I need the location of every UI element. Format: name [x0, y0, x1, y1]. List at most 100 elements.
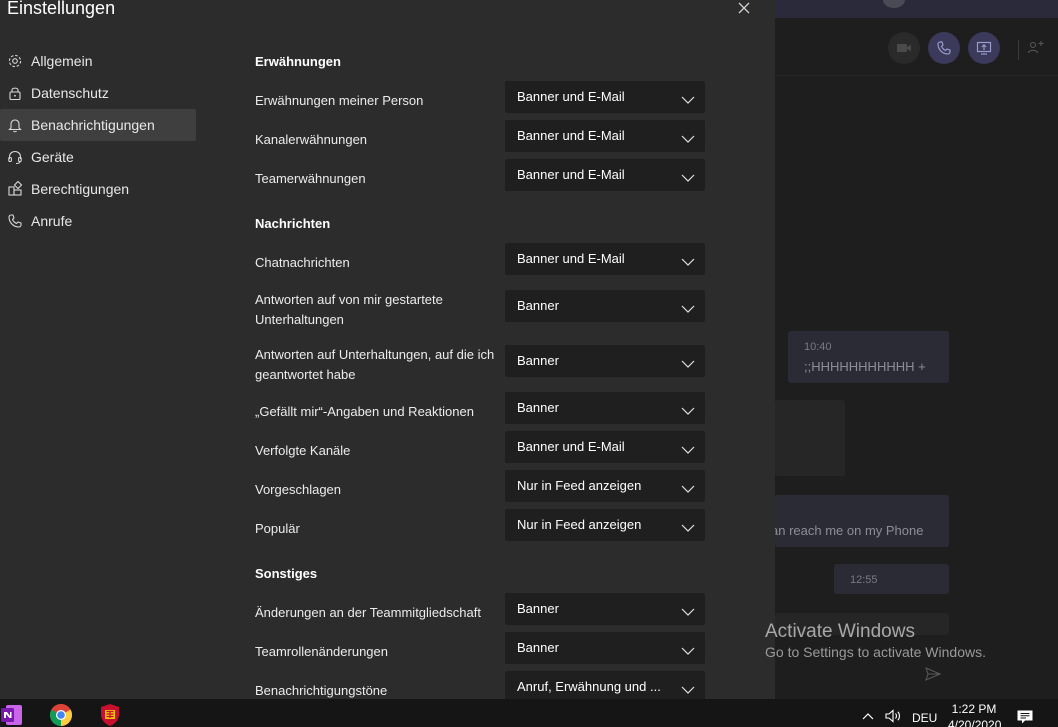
taskbar-chrome-button[interactable] [49, 703, 73, 727]
message-time: 12:55 [850, 574, 878, 586]
audio-call-button[interactable] [928, 32, 960, 64]
setting-label: Benachrichtigungstöne [255, 683, 388, 698]
share-screen-icon [976, 41, 992, 55]
setting-label: Teamerwähnungen [255, 171, 366, 186]
input-language-indicator[interactable]: DEU [912, 711, 937, 725]
clock-time: 1:22 PM [951, 702, 997, 716]
chat-message: 12:55 [834, 564, 949, 594]
nav-item-datenschutz[interactable]: Datenschutz [0, 77, 196, 109]
dropdown-value: Banner und E-Mail [517, 251, 625, 266]
setting-label: Populär [255, 521, 300, 536]
settings-dialog: Einstellungen Allgemein Datenschutz Bena… [0, 0, 775, 699]
watermark-title: Activate Windows [765, 621, 915, 642]
dropdown-value: Banner und E-Mail [517, 128, 625, 143]
nav-item-berechtigungen[interactable]: Berechtigungen [0, 173, 196, 205]
send-icon[interactable] [925, 666, 941, 682]
share-screen-button[interactable] [968, 32, 1000, 64]
section-title-mentions: Erwähnungen [255, 54, 341, 69]
chevron-down-icon [681, 403, 695, 415]
activate-windows-watermark: Activate Windows Go to Settings to activ… [765, 621, 986, 660]
close-button[interactable] [735, 0, 753, 16]
clock-date: 4/20/2020 [948, 718, 1002, 727]
setting-dropdown-popular[interactable]: Nur in Feed anzeigen [505, 509, 705, 541]
chevron-down-icon [681, 254, 695, 266]
nav-item-geraete[interactable]: Geräte [0, 141, 196, 173]
chevron-down-icon [681, 643, 695, 655]
setting-dropdown-replies-participated[interactable]: Banner [505, 345, 705, 377]
setting-dropdown-replies-started[interactable]: Banner [505, 290, 705, 322]
setting-label: Antworten auf Unterhaltungen, auf die ic… [255, 347, 495, 382]
setting-dropdown-team-role[interactable]: Banner [505, 632, 705, 664]
chevron-down-icon [681, 170, 695, 182]
setting-label: Chatnachrichten [255, 255, 350, 270]
header-divider [1018, 40, 1019, 60]
nav-item-label: Allgemein [31, 53, 93, 69]
message-text: an reach me on my Phone [771, 523, 924, 538]
setting-label: Verfolgte Kanäle [255, 443, 351, 458]
lock-icon [7, 85, 23, 101]
taskbar-onenote-button[interactable] [0, 703, 24, 727]
nav-item-label: Berechtigungen [31, 181, 130, 197]
clock[interactable]: 1:22 PM 4/20/2020 [948, 701, 1002, 727]
setting-dropdown-likes-reactions[interactable]: Banner [505, 392, 705, 424]
dropdown-value: Nur in Feed anzeigen [517, 478, 642, 493]
headset-icon [7, 149, 23, 165]
chevron-down-icon [681, 92, 695, 104]
phone-icon [7, 213, 23, 229]
setting-dropdown-team-membership[interactable]: Banner [505, 593, 705, 625]
setting-dropdown-notification-sounds[interactable]: Anruf, Erwähnung und ... [505, 671, 705, 699]
setting-label: Antworten auf von mir gestartete Unterha… [255, 292, 443, 327]
video-camera-icon [897, 44, 911, 52]
nav-item-label: Anrufe [31, 213, 73, 229]
volume-icon[interactable] [885, 709, 903, 723]
chevron-down-icon [681, 301, 695, 313]
message-time: 10:40 [804, 341, 832, 353]
bell-icon [7, 117, 23, 133]
screen: 10:40 ;;HHHHHHHHHHH + an reach me on my … [0, 0, 1058, 727]
phone-icon [937, 41, 951, 55]
setting-label: Vorgeschlagen [255, 482, 342, 497]
tray-overflow-chevron-up-icon[interactable] [861, 711, 875, 721]
dropdown-value: Banner [517, 601, 559, 616]
chevron-down-icon [681, 131, 695, 143]
chrome-icon [50, 704, 72, 726]
video-call-button[interactable] [888, 32, 920, 64]
background-chat-pane: 10:40 ;;HHHHHHHHHHH + an reach me on my … [771, 0, 1058, 699]
settings-nav: Allgemein Datenschutz Benachrichtigungen… [0, 45, 196, 237]
add-people-icon[interactable] [1027, 38, 1045, 56]
chat-message: 10:40 ;;HHHHHHHHHHH + [788, 331, 949, 383]
onenote-icon [1, 705, 22, 725]
dropdown-value: Banner [517, 353, 559, 368]
taskbar-security-app-button[interactable] [98, 703, 122, 727]
section-title-other: Sonstiges [255, 566, 318, 581]
taskbar: DEU 1:22 PM 4/20/2020 [0, 699, 1058, 727]
setting-dropdown-channel-mentions[interactable]: Banner und E-Mail [505, 120, 705, 152]
permissions-icon [7, 180, 23, 197]
chevron-down-icon [681, 442, 695, 454]
setting-label: Änderungen an der Teammitgliedschaft [255, 605, 481, 620]
setting-dropdown-personal-mentions[interactable]: Banner und E-Mail [505, 81, 705, 113]
setting-dropdown-suggested[interactable]: Nur in Feed anzeigen [505, 470, 705, 502]
nav-item-benachrichtigungen[interactable]: Benachrichtigungen [0, 109, 196, 141]
setting-dropdown-followed-channels[interactable]: Banner und E-Mail [505, 431, 705, 463]
nav-item-allgemein[interactable]: Allgemein [0, 45, 196, 77]
dropdown-value: Banner und E-Mail [517, 167, 625, 182]
dropdown-value: Banner [517, 400, 559, 415]
section-title-messages: Nachrichten [255, 216, 331, 231]
chevron-down-icon [681, 356, 695, 368]
dropdown-value: Banner und E-Mail [517, 439, 625, 454]
nav-item-label: Geräte [31, 149, 74, 165]
chevron-down-icon [681, 520, 695, 532]
dropdown-value: Banner [517, 298, 559, 313]
dropdown-value: Banner und E-Mail [517, 89, 625, 104]
setting-dropdown-chat-messages[interactable]: Banner und E-Mail [505, 243, 705, 275]
dropdown-value: Banner [517, 640, 559, 655]
setting-dropdown-team-mentions[interactable]: Banner und E-Mail [505, 159, 705, 191]
nav-item-label: Datenschutz [31, 85, 109, 101]
chevron-down-icon [681, 604, 695, 616]
close-icon [738, 2, 750, 14]
action-center-icon[interactable] [1016, 709, 1034, 725]
chevron-down-icon [681, 682, 695, 694]
shield-app-icon [101, 704, 119, 726]
nav-item-anrufe[interactable]: Anrufe [0, 205, 196, 237]
